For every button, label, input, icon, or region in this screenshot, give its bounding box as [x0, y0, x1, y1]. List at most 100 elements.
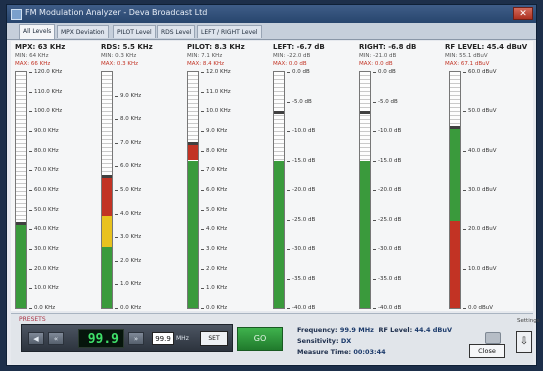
preset-prev-button[interactable]: ◀	[28, 332, 44, 345]
go-button[interactable]: GO	[237, 327, 283, 351]
seek-up-button[interactable]: »	[128, 332, 144, 345]
tab-all-levels[interactable]: All Levels	[19, 24, 56, 39]
scale-tick: 1.0 KHz	[201, 285, 227, 291]
scale-tick: 50.0 dBuV	[463, 108, 497, 114]
scale-tick: 2.0 KHz	[115, 258, 141, 264]
set-frequency-button[interactable]: SET	[200, 331, 228, 346]
scale-tick: 20.0 KHz	[29, 266, 59, 272]
scale-tick: 0.0 dB	[287, 69, 310, 75]
meter-title: LEFT: -6.7 dB	[273, 43, 325, 51]
tuner-panel: ◀ « 99.9 » 99.9 MHz SET	[21, 324, 233, 352]
rf-level-value: 44.4 dBuV	[414, 326, 453, 334]
scale-tick: 11.0 KHz	[201, 89, 231, 95]
frequency-display: 99.9	[78, 329, 124, 348]
level-fill	[16, 225, 26, 308]
frequency-label: Frequency:	[297, 326, 338, 334]
level-bar	[187, 71, 199, 309]
seek-down-button[interactable]: «	[48, 332, 64, 345]
meter-title: RDS: 5.5 KHz	[101, 43, 153, 51]
window-close-button[interactable]: ✕	[513, 7, 533, 20]
peak-marker	[188, 141, 198, 145]
measure-time-label: Measure Time:	[297, 348, 352, 356]
scale-tick: 6.0 KHz	[201, 187, 227, 193]
scale-tick: 3.0 KHz	[201, 246, 227, 252]
scale-tick: 30.0 dBuV	[463, 187, 497, 193]
scale-tick: 6.0 KHz	[115, 163, 141, 169]
level-fill	[450, 221, 460, 308]
scale-tick: -20.0 dB	[287, 187, 315, 193]
meter-title: MPX: 63 KHz	[15, 43, 66, 51]
lock-icon[interactable]	[485, 332, 501, 344]
scale-tick: 70.0 KHz	[29, 167, 59, 173]
scale-tick: -10.0 dB	[287, 128, 315, 134]
meter-max: MAX: 0.3 KHz	[101, 61, 139, 67]
level-bar	[273, 71, 285, 309]
peak-marker	[360, 111, 370, 115]
scale-tick: -35.0 dB	[287, 276, 315, 282]
scale-tick: -20.0 dB	[373, 187, 401, 193]
scale-tick: 10.0 dBuV	[463, 266, 497, 272]
sensitivity-value: DX	[340, 337, 352, 345]
meter-mpx: MPX: 63 KHz MIN: 64 KHz MAX: 66 KHz 120.0 K…	[15, 41, 101, 311]
settings-label: Settings	[517, 318, 540, 324]
scale-tick: 0.0 dBuV	[463, 305, 493, 311]
scale-tick: -15.0 dB	[373, 158, 401, 164]
scale-tick: -35.0 dB	[373, 276, 401, 282]
level-fill	[360, 160, 370, 308]
meter-max: MAX: 8.4 KHz	[187, 61, 225, 67]
meter-pilot: PILOT: 8.3 KHz MIN: 7.1 KHz MAX: 8.4 KHz 12…	[187, 41, 273, 311]
scale: 60.0 dBuV 50.0 dBuV 40.0 dBuV 30.0 dBuV 20.0…	[463, 69, 507, 311]
scale-tick: -40.0 dB	[373, 305, 401, 311]
level-fill	[450, 129, 460, 222]
meter-max: MAX: 0.0 dB	[273, 61, 307, 67]
scale-tick: 120.0 KHz	[29, 69, 62, 75]
app-icon	[11, 9, 22, 20]
level-fill	[274, 160, 284, 308]
frequency-input[interactable]: 99.9	[152, 332, 174, 345]
scale: 0.0 dB -5.0 dB -10.0 dB -15.0 dB -20.0 dB -25…	[373, 69, 417, 311]
frequency-unit: MHz	[176, 335, 189, 342]
meter-title: PILOT: 8.3 KHz	[187, 43, 245, 51]
meter-max: MAX: 66 KHz	[15, 61, 51, 67]
download-icon[interactable]: ⇩	[516, 331, 532, 353]
window-title: FM Modulation Analyzer - Deva Broadcast …	[25, 8, 208, 17]
scale: 120.0 KHz 110.0 KHz 100.0 KHz 90.0 KHz 80.0 …	[29, 69, 73, 311]
scale-tick: 0.0 KHz	[115, 305, 141, 311]
meters-panel: MPX: 63 KHz MIN: 64 KHz MAX: 66 KHz 120.0 K…	[11, 41, 533, 311]
meter-title: RF LEVEL: 45.4 dBuV	[445, 43, 528, 51]
level-bar	[101, 71, 113, 309]
level-bar	[449, 71, 461, 309]
meter-min: MIN: 64 KHz	[15, 53, 49, 59]
scale-tick: 5.0 KHz	[201, 207, 227, 213]
tab-rds-level[interactable]: RDS Level	[157, 25, 196, 38]
scale: 0.0 dB -5.0 dB -10.0 dB -15.0 dB -20.0 dB -25…	[287, 69, 331, 311]
tab-mpx-deviation[interactable]: MPX Deviation	[57, 25, 109, 38]
tab-bar: All Levels MPX Deviation PILOT Level RDS…	[7, 23, 536, 40]
peak-marker	[274, 110, 284, 114]
scale-tick: 60.0 KHz	[29, 187, 59, 193]
meter-right: RIGHT: -6.8 dB MIN: -21.0 dB MAX: 0.0 dB 0.…	[359, 41, 445, 311]
tab-pilot-level[interactable]: PILOT Level	[113, 25, 156, 38]
scale-tick: 3.0 KHz	[115, 234, 141, 240]
scale-tick: 10.0 KHz	[29, 285, 59, 291]
close-button[interactable]: Close	[469, 344, 505, 358]
scale-tick: -5.0 dB	[287, 99, 312, 105]
scale-tick: -40.0 dB	[287, 305, 315, 311]
peak-marker	[16, 222, 26, 226]
tab-left-right-level[interactable]: LEFT / RIGHT Level	[197, 25, 262, 38]
scale-tick: 100.0 KHz	[29, 108, 62, 114]
scale-tick: 60.0 dBuV	[463, 69, 497, 75]
app-window: FM Modulation Analyzer - Deva Broadcast …	[6, 4, 540, 366]
scale-tick: 90.0 KHz	[29, 128, 59, 134]
measure-time-value: 00:03:44	[353, 348, 386, 356]
meter-min: MIN: 55.1 dBuV	[445, 53, 488, 59]
peak-marker	[102, 174, 112, 178]
level-bar	[15, 71, 27, 309]
scale-tick: 0.0 KHz	[29, 305, 55, 311]
sensitivity-label: Sensitivity:	[297, 337, 339, 345]
scale-tick: 50.0 KHz	[29, 207, 59, 213]
scale-tick: 4.0 KHz	[201, 226, 227, 232]
title-bar[interactable]: FM Modulation Analyzer - Deva Broadcast …	[7, 5, 536, 23]
level-fill	[188, 160, 198, 308]
scale-tick: 10.0 KHz	[201, 108, 231, 114]
